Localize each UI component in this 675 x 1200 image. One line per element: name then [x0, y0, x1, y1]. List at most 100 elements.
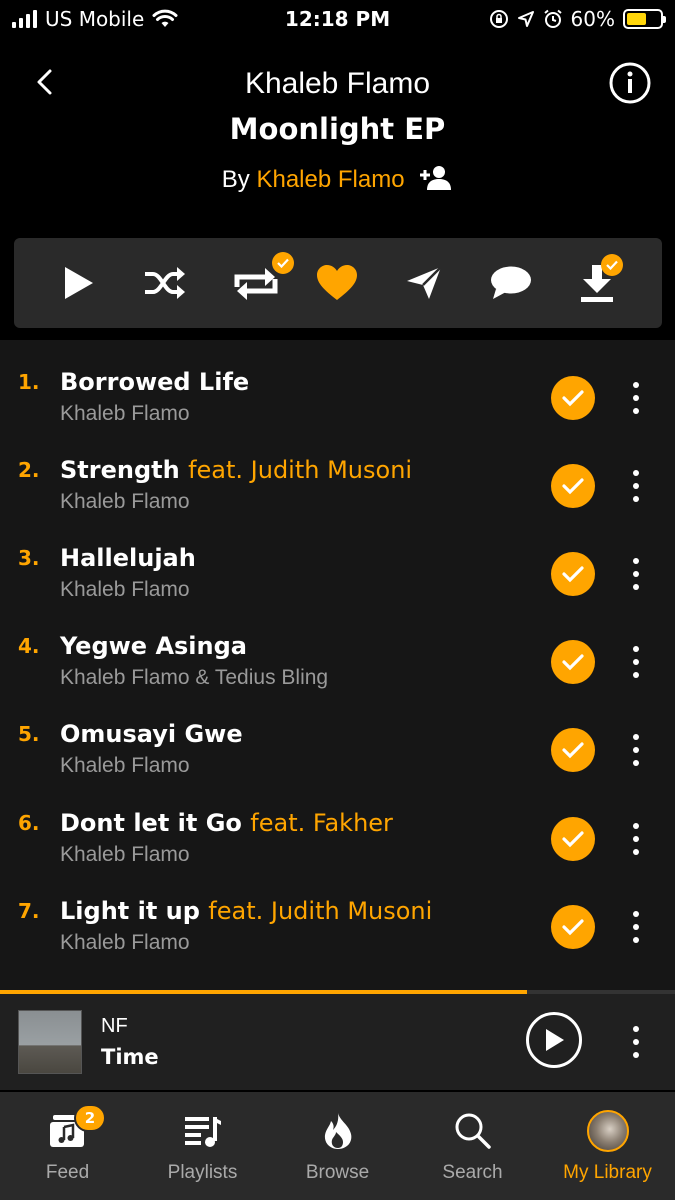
- downloaded-check-button[interactable]: [551, 552, 595, 596]
- follow-icon[interactable]: [419, 165, 453, 191]
- share-icon: [407, 266, 442, 299]
- track-row[interactable]: 3. Hallelujah Khaleb Flamo: [0, 516, 675, 604]
- track-number: 4.: [18, 634, 40, 658]
- status-bar: US Mobile 12:18 PM 60%: [0, 0, 675, 40]
- avatar: [587, 1110, 629, 1152]
- check-icon: [562, 831, 584, 848]
- tab-my-library[interactable]: My Library: [540, 1092, 675, 1200]
- favorite-button[interactable]: [314, 260, 360, 306]
- track-artist: Khaleb Flamo: [60, 931, 190, 954]
- track-artist: Khaleb Flamo & Tedius Bling: [60, 666, 329, 689]
- track-title: Strength feat. Judith Musoni: [60, 456, 413, 484]
- more-options-icon[interactable]: [624, 907, 648, 947]
- check-icon: [562, 654, 584, 671]
- action-bar: [14, 238, 662, 328]
- track-number: 7.: [18, 899, 40, 923]
- playlists-icon: [182, 1110, 224, 1152]
- track-artist: Khaleb Flamo: [60, 754, 190, 777]
- more-options-icon[interactable]: [624, 378, 648, 418]
- more-options-icon[interactable]: [624, 642, 648, 682]
- header-artist: Khaleb Flamo: [244, 67, 431, 100]
- check-icon: [562, 742, 584, 759]
- check-icon: [562, 566, 584, 583]
- comment-icon: [491, 266, 531, 299]
- track-list: 1. Borrowed Life Khaleb Flamo 2. Strengt…: [0, 340, 675, 990]
- now-playing-artwork: [18, 1010, 82, 1074]
- battery-percent: 60%: [570, 7, 615, 31]
- track-row[interactable]: 2. Strength feat. Judith Musoni Khaleb F…: [0, 428, 675, 516]
- heart-icon: [317, 265, 357, 300]
- track-featuring: feat. Judith Musoni: [208, 897, 433, 925]
- mini-play-button[interactable]: [526, 1012, 582, 1068]
- track-title: Dont let it Go feat. Fakher: [60, 809, 393, 837]
- repeat-active-badge: [272, 252, 294, 274]
- downloaded-check-button[interactable]: [551, 817, 595, 861]
- download-button[interactable]: [574, 254, 623, 306]
- downloaded-check-button[interactable]: [551, 640, 595, 684]
- downloaded-check-button[interactable]: [551, 464, 595, 508]
- tab-browse[interactable]: Browse: [270, 1092, 405, 1200]
- playback-progress: [0, 990, 675, 994]
- track-row[interactable]: 7. Light it up feat. Judith Musoni Khale…: [0, 869, 675, 957]
- more-options-icon[interactable]: [624, 730, 648, 770]
- downloaded-check-button[interactable]: [551, 905, 595, 949]
- more-options-icon[interactable]: [624, 554, 648, 594]
- more-options-icon[interactable]: [624, 1023, 648, 1061]
- tab-label: Browse: [305, 1162, 370, 1183]
- mini-player[interactable]: NF Time: [0, 990, 675, 1090]
- play-button[interactable]: [55, 260, 101, 306]
- track-row[interactable]: 5. Omusayi Gwe Khaleb Flamo: [0, 692, 675, 780]
- track-title: Omusayi Gwe: [60, 720, 243, 748]
- tab-bar: 2 Feed Playlists Browse Search My Librar…: [0, 1092, 675, 1200]
- check-icon: [562, 390, 584, 407]
- track-row[interactable]: 6. Dont let it Go feat. Fakher Khaleb Fl…: [0, 781, 675, 869]
- repeat-button[interactable]: [228, 252, 294, 306]
- track-number: 6.: [18, 811, 40, 835]
- repeat-icon: [234, 268, 278, 300]
- tab-label: Playlists: [167, 1162, 238, 1183]
- alarm-icon: [543, 9, 562, 28]
- location-icon: [517, 11, 534, 27]
- downloaded-check-button[interactable]: [551, 728, 595, 772]
- now-playing-artist: NF: [101, 1015, 128, 1037]
- shuffle-button[interactable]: [142, 260, 188, 306]
- battery-icon: [623, 9, 666, 29]
- play-icon: [65, 267, 93, 299]
- battery-level: [627, 13, 647, 25]
- track-row[interactable]: 1. Borrowed Life Khaleb Flamo: [0, 340, 675, 428]
- info-icon[interactable]: [608, 61, 652, 105]
- byline-artist-link[interactable]: Khaleb Flamo: [256, 166, 404, 193]
- tab-feed[interactable]: 2 Feed: [0, 1092, 135, 1200]
- track-number: 2.: [18, 458, 40, 482]
- track-title: Light it up feat. Judith Musoni: [60, 897, 433, 925]
- feed-badge: 2: [74, 1104, 106, 1132]
- track-featuring: feat. Fakher: [250, 809, 393, 837]
- playback-progress-fill: [0, 990, 527, 994]
- more-options-icon[interactable]: [624, 466, 648, 506]
- album-byline: By Khaleb Flamo: [0, 165, 675, 194]
- check-icon: [562, 478, 584, 495]
- track-title: Borrowed Life: [60, 368, 250, 396]
- track-artist: Khaleb Flamo: [60, 578, 190, 601]
- search-icon: [452, 1110, 494, 1152]
- tab-search[interactable]: Search: [405, 1092, 540, 1200]
- more-options-icon[interactable]: [624, 819, 648, 859]
- track-number: 3.: [18, 546, 40, 570]
- share-button[interactable]: [401, 260, 447, 306]
- by-label: By: [221, 166, 250, 193]
- downloaded-check-button[interactable]: [551, 376, 595, 420]
- tab-playlists[interactable]: Playlists: [135, 1092, 270, 1200]
- flame-icon: [317, 1110, 359, 1152]
- orientation-lock-icon: [489, 10, 508, 28]
- track-title: Hallelujah: [60, 544, 196, 572]
- now-playing-title: Time: [101, 1045, 159, 1069]
- track-title: Yegwe Asinga: [60, 632, 247, 660]
- track-row[interactable]: 4. Yegwe Asinga Khaleb Flamo & Tedius Bl…: [0, 604, 675, 692]
- track-artist: Khaleb Flamo: [60, 490, 190, 513]
- check-icon: [562, 919, 584, 936]
- track-number: 1.: [18, 370, 40, 394]
- comment-button[interactable]: [488, 260, 534, 306]
- track-artist: Khaleb Flamo: [60, 402, 190, 425]
- track-featuring: feat. Judith Musoni: [188, 456, 413, 484]
- play-icon: [546, 1029, 564, 1051]
